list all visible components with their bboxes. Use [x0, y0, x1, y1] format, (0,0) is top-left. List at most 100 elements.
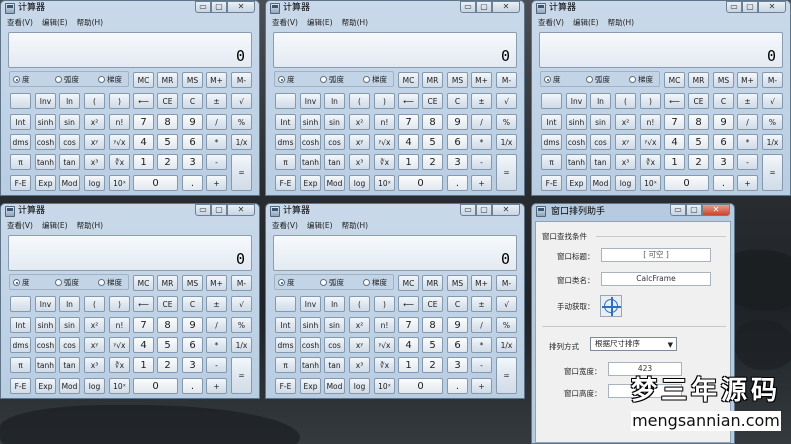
- calc-key[interactable]: dms: [275, 337, 296, 353]
- angle-mode-option[interactable]: 梯度: [363, 74, 387, 85]
- calc-key[interactable]: ln: [59, 296, 80, 312]
- calc-key[interactable]: 5: [157, 337, 178, 353]
- calc-key[interactable]: Mod: [590, 175, 611, 191]
- calc-key[interactable]: %: [496, 317, 517, 333]
- calc-key[interactable]: Inv: [300, 93, 321, 109]
- calc-key[interactable]: [10, 296, 31, 312]
- calc-key[interactable]: 7: [398, 114, 419, 130]
- calc-key[interactable]: sinh: [35, 114, 56, 130]
- calc-key[interactable]: 1/x: [231, 337, 252, 353]
- calc-key[interactable]: ∛x: [374, 357, 395, 373]
- calc-key[interactable]: ʸ√x: [640, 134, 661, 150]
- calc-key[interactable]: CE: [688, 93, 709, 109]
- menu-edit[interactable]: 编辑(E): [307, 220, 333, 231]
- calc-key[interactable]: 3: [713, 154, 734, 170]
- memory-key[interactable]: MC: [398, 275, 419, 291]
- close-button[interactable]: ✕: [758, 1, 786, 13]
- helper-titlebar[interactable]: 窗口排列助手 ▭ ▢ ✕: [532, 204, 734, 219]
- calc-key[interactable]: ⟵: [398, 93, 419, 109]
- window-title-input[interactable]: [ 可空 ]: [601, 248, 711, 262]
- angle-mode-option[interactable]: 度: [13, 277, 30, 288]
- memory-key[interactable]: MS: [182, 72, 203, 88]
- calculator-window[interactable]: 计算器 ▭ ▢ ✕ 查看(V) 编辑(E) 帮助(H) 0 度 弧度 梯度 MC MR MS M+ M- In…: [0, 203, 260, 399]
- calc-key[interactable]: 0: [398, 378, 443, 394]
- calc-key[interactable]: cos: [590, 134, 611, 150]
- angle-mode-option[interactable]: 度: [278, 74, 295, 85]
- calc-key[interactable]: tanh: [35, 357, 56, 373]
- calc-key[interactable]: ln: [324, 93, 345, 109]
- calc-key[interactable]: ʸ√x: [109, 134, 130, 150]
- calculator-titlebar[interactable]: 计算器 ▭ ▢ ✕: [266, 1, 524, 16]
- calc-key[interactable]: √: [496, 296, 517, 312]
- calc-key[interactable]: cos: [324, 134, 345, 150]
- calc-key[interactable]: sinh: [300, 317, 321, 333]
- calc-key[interactable]: -: [206, 357, 227, 373]
- calc-key[interactable]: sin: [590, 114, 611, 130]
- calc-key[interactable]: 0: [133, 378, 178, 394]
- calc-key[interactable]: F-E: [275, 175, 296, 191]
- calc-key[interactable]: ʸ√x: [374, 337, 395, 353]
- maximize-button[interactable]: ▢: [742, 1, 758, 13]
- calc-key[interactable]: tan: [59, 154, 80, 170]
- minimize-button[interactable]: ▭: [726, 1, 742, 13]
- calc-key[interactable]: x³: [349, 154, 370, 170]
- calc-key[interactable]: C: [182, 296, 203, 312]
- calc-key[interactable]: ∛x: [640, 154, 661, 170]
- calc-key[interactable]: 10ˣ: [374, 175, 395, 191]
- calc-key[interactable]: ln: [324, 296, 345, 312]
- calc-key[interactable]: 4: [133, 134, 154, 150]
- calc-key[interactable]: ±: [206, 296, 227, 312]
- calc-key[interactable]: (: [84, 93, 105, 109]
- calc-key[interactable]: +: [206, 378, 227, 394]
- calc-key[interactable]: -: [737, 154, 758, 170]
- calculator-window[interactable]: 计算器 ▭ ▢ ✕ 查看(V) 编辑(E) 帮助(H) 0 度 弧度 梯度 MC MR MS M+ M- In…: [531, 0, 791, 196]
- calc-key[interactable]: Int: [275, 114, 296, 130]
- calc-key[interactable]: π: [10, 357, 31, 373]
- calc-key[interactable]: /: [737, 114, 758, 130]
- calc-key[interactable]: (: [84, 296, 105, 312]
- calc-key[interactable]: sin: [59, 114, 80, 130]
- calc-key[interactable]: ∛x: [109, 154, 130, 170]
- calc-key[interactable]: F-E: [10, 378, 31, 394]
- calc-key[interactable]: dms: [275, 134, 296, 150]
- calc-key[interactable]: 7: [133, 114, 154, 130]
- calc-key[interactable]: 7: [133, 317, 154, 333]
- calc-key[interactable]: 3: [182, 154, 203, 170]
- calc-key[interactable]: ): [374, 93, 395, 109]
- calc-key[interactable]: F-E: [541, 175, 562, 191]
- calc-key[interactable]: xʸ: [84, 134, 105, 150]
- close-button[interactable]: ✕: [227, 1, 255, 13]
- calc-key[interactable]: sinh: [300, 114, 321, 130]
- calc-key[interactable]: Int: [10, 317, 31, 333]
- calc-key[interactable]: 4: [664, 134, 685, 150]
- calc-key[interactable]: ʸ√x: [374, 134, 395, 150]
- angle-mode-option[interactable]: 度: [544, 74, 561, 85]
- close-button[interactable]: ✕: [702, 204, 730, 216]
- calc-key[interactable]: 6: [182, 134, 203, 150]
- close-button[interactable]: ✕: [227, 204, 255, 216]
- menu-edit[interactable]: 编辑(E): [573, 17, 599, 28]
- calc-key[interactable]: x²: [349, 317, 370, 333]
- calculator-window[interactable]: 计算器 ▭ ▢ ✕ 查看(V) 编辑(E) 帮助(H) 0 度 弧度 梯度 MC MR MS M+ M- In…: [0, 0, 260, 196]
- close-button[interactable]: ✕: [492, 204, 520, 216]
- calc-key[interactable]: Int: [10, 114, 31, 130]
- calc-key[interactable]: Inv: [566, 93, 587, 109]
- calc-key[interactable]: sinh: [35, 317, 56, 333]
- menu-view[interactable]: 查看(V): [272, 220, 298, 231]
- calc-key[interactable]: x²: [349, 114, 370, 130]
- calc-key[interactable]: cosh: [35, 337, 56, 353]
- calc-key[interactable]: ∛x: [374, 154, 395, 170]
- calc-key[interactable]: ): [374, 296, 395, 312]
- calc-key[interactable]: n!: [374, 114, 395, 130]
- calc-key[interactable]: =: [231, 357, 252, 394]
- calc-key[interactable]: xʸ: [615, 134, 636, 150]
- menu-help[interactable]: 帮助(H): [342, 220, 369, 231]
- calc-key[interactable]: +: [471, 175, 492, 191]
- calc-key[interactable]: 6: [447, 337, 468, 353]
- calc-key[interactable]: cosh: [35, 134, 56, 150]
- calc-key[interactable]: x²: [84, 114, 105, 130]
- angle-mode-option[interactable]: 梯度: [363, 277, 387, 288]
- calc-key[interactable]: √: [762, 93, 783, 109]
- calc-key[interactable]: log: [84, 378, 105, 394]
- calculator-titlebar[interactable]: 计算器 ▭ ▢ ✕: [1, 1, 259, 16]
